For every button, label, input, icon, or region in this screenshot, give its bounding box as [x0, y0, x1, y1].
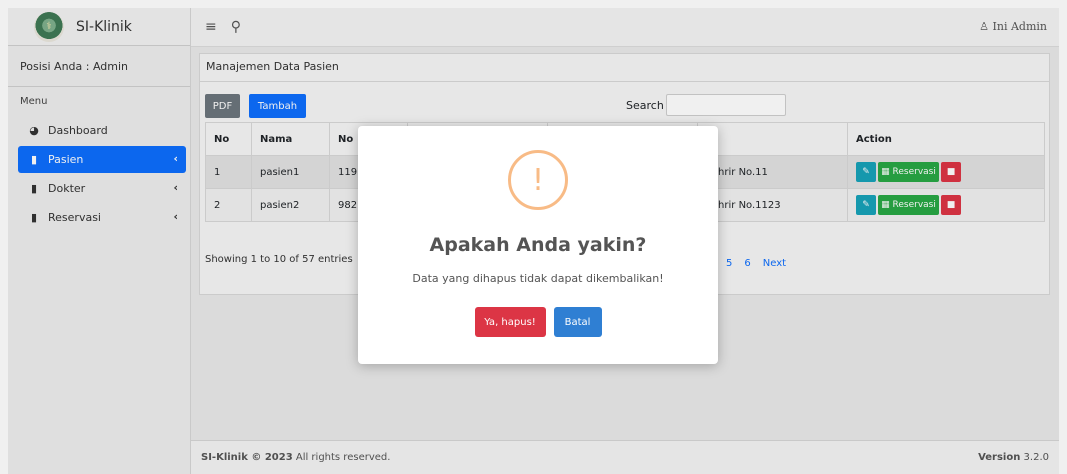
confirm-delete-button[interactable]: Ya, hapus!: [474, 307, 546, 337]
cancel-button[interactable]: Batal: [553, 307, 602, 337]
dialog-actions: Ya, hapus! Batal: [358, 307, 718, 337]
dialog-message: Data yang dihapus tidak dapat dikembalik…: [412, 272, 664, 285]
warning-icon: !: [508, 150, 568, 210]
dialog-title: Apakah Anda yakin?: [429, 234, 647, 256]
confirm-dialog: ! Apakah Anda yakin? Data yang dihapus t…: [358, 126, 718, 364]
